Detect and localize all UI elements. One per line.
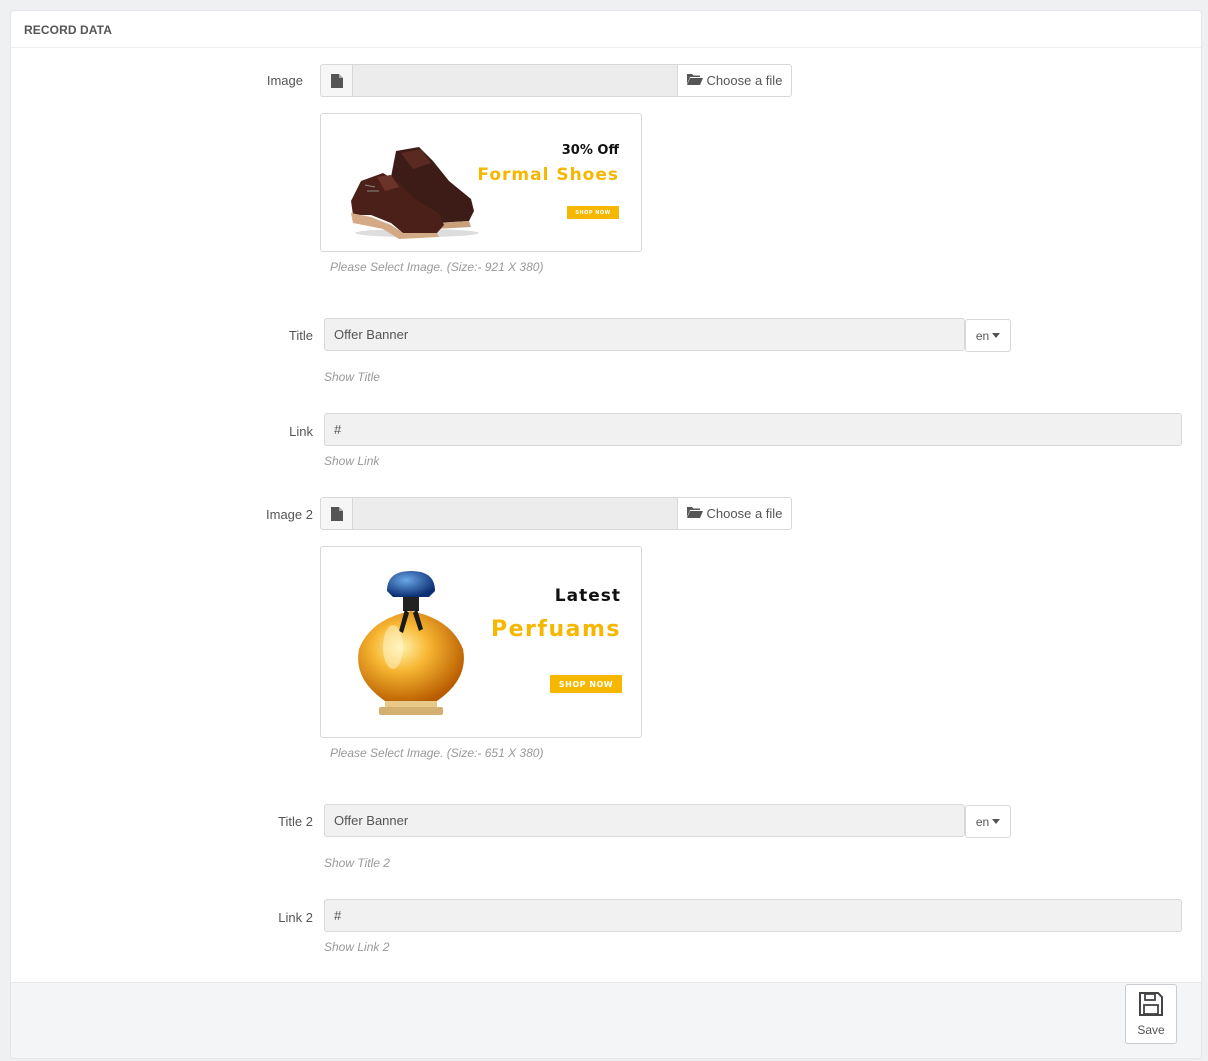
link-hint: Show Link <box>324 454 380 468</box>
image2-label: Image 2 <box>266 507 313 522</box>
file-icon <box>320 64 352 97</box>
link2-hint: Show Link 2 <box>324 940 390 954</box>
promo-line2: Formal Shoes <box>477 165 619 185</box>
lang-code: en <box>975 328 990 343</box>
link-label: Link <box>289 424 313 439</box>
image2-choose-file-button[interactable]: Choose a file <box>678 497 792 530</box>
title-label: Title <box>288 328 313 343</box>
image2-preview: Latest Perfuams SHOP NOW <box>320 546 642 738</box>
promo-line2: Perfuams <box>491 617 621 642</box>
promo-line1: 30% Off <box>561 143 619 158</box>
folder-open-icon <box>686 73 703 88</box>
title-input[interactable] <box>324 318 965 351</box>
folder-open-icon <box>686 506 703 521</box>
choose-file-label: Choose a file <box>706 73 783 88</box>
choose-file-label: Choose a file <box>706 506 783 521</box>
image-hint: Please Select Image. (Size:- 921 X 380) <box>330 260 544 274</box>
shop-now-button: SHOP NOW <box>550 675 622 693</box>
caret-down-icon <box>992 333 1001 338</box>
floppy-disk-icon <box>1138 991 1164 1020</box>
image-file-group: Choose a file <box>320 64 792 97</box>
title-hint: Show Title <box>324 370 380 384</box>
title-lang-dropdown[interactable]: en <box>965 319 1011 352</box>
title2-lang-dropdown[interactable]: en <box>965 805 1011 838</box>
image2-file-group: Choose a file <box>320 497 792 530</box>
image2-hint: Please Select Image. (Size:- 651 X 380) <box>330 746 544 760</box>
image-preview: 30% Off Formal Shoes SHOP NOW <box>320 113 642 252</box>
shoes-illustration <box>351 147 479 239</box>
panel-footer <box>11 982 1201 1058</box>
perfume-bottle-illustration <box>358 571 464 715</box>
link-input[interactable] <box>324 413 1182 446</box>
title2-hint: Show Title 2 <box>324 856 390 870</box>
save-button[interactable]: Save <box>1125 984 1177 1044</box>
link2-label: Link 2 <box>278 910 313 925</box>
image2-file-input[interactable] <box>352 497 678 530</box>
link2-input[interactable] <box>324 899 1182 932</box>
image-label: Image <box>266 73 303 88</box>
image-file-input[interactable] <box>352 64 678 97</box>
title2-input[interactable] <box>324 804 965 837</box>
image-choose-file-button[interactable]: Choose a file <box>678 64 792 97</box>
save-label: Save <box>1137 1023 1165 1037</box>
panel-heading: RECORD DATA <box>11 11 1201 48</box>
file-icon <box>320 497 352 530</box>
lang-code: en <box>975 814 990 829</box>
shop-now-button: SHOP NOW <box>567 206 619 219</box>
caret-down-icon <box>992 819 1001 824</box>
title2-label: Title 2 <box>278 814 313 829</box>
promo-line1: Latest <box>554 586 621 606</box>
